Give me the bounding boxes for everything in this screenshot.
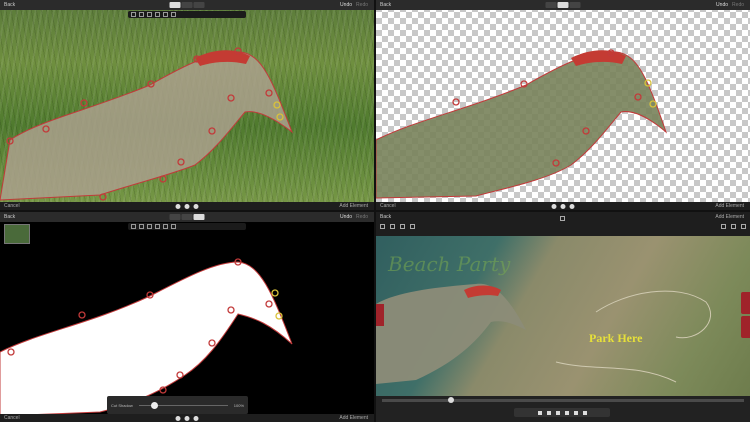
redo-button[interactable]: Redo — [732, 2, 744, 8]
timeline-playhead[interactable] — [448, 397, 454, 403]
trash-icon[interactable] — [193, 204, 199, 209]
share-icon[interactable] — [721, 224, 726, 229]
step-back-icon[interactable] — [555, 410, 560, 415]
back-button[interactable]: Back — [380, 2, 391, 8]
settings-icon[interactable] — [741, 224, 746, 229]
add-element-button[interactable]: Add Element — [339, 415, 368, 421]
play-icon[interactable] — [564, 410, 569, 415]
bird-outline — [0, 47, 294, 201]
mode-segmented-control[interactable] — [169, 214, 205, 220]
back-button[interactable]: Back — [4, 214, 15, 220]
transport-controls — [514, 408, 610, 417]
eye-icon[interactable] — [175, 204, 181, 209]
top-toolbar: Back Add Element — [376, 212, 750, 236]
bottom-toolbar: Cancel Add Element — [376, 202, 750, 210]
add-element-button[interactable]: Add Element — [715, 203, 744, 209]
eye-icon[interactable] — [551, 204, 557, 209]
eye-icon[interactable] — [731, 224, 736, 229]
mode-segmented-control[interactable] — [169, 2, 205, 8]
undo-button[interactable]: Undo — [340, 214, 352, 220]
top-toolbar: Back Undo Redo — [376, 0, 750, 10]
layer-icon[interactable] — [184, 204, 190, 209]
wrench-icon[interactable] — [410, 224, 415, 229]
redo-button[interactable]: Redo — [356, 2, 368, 8]
folder-icon[interactable] — [380, 224, 385, 229]
timeline-track[interactable] — [382, 399, 744, 402]
mask-shape — [0, 258, 293, 417]
layers-icon[interactable] — [390, 224, 395, 229]
right-edge-handle-bottom[interactable] — [741, 316, 750, 338]
beach-party-text[interactable]: Beach Party — [388, 252, 510, 276]
slider-knob[interactable] — [151, 402, 158, 409]
skip-back-icon[interactable] — [537, 410, 542, 415]
right-edge-handle-top[interactable] — [741, 292, 750, 314]
text-icon[interactable] — [400, 224, 405, 229]
panel-mask: Back Undo Redo Cut Shadow 100% Cancel Ad… — [0, 212, 374, 422]
layer-icon[interactable] — [560, 204, 566, 209]
bottom-toolbar: Cancel Add Element — [0, 202, 374, 210]
step-forward-icon[interactable] — [573, 410, 578, 415]
back-button[interactable]: Back — [380, 214, 391, 220]
cancel-button[interactable]: Cancel — [380, 203, 396, 209]
skip-forward-icon[interactable] — [582, 410, 587, 415]
layer-icon[interactable] — [184, 416, 190, 421]
undo-button[interactable]: Undo — [340, 2, 352, 8]
eye-icon[interactable] — [175, 416, 181, 421]
bottom-toolbar: Cancel Add Element — [0, 414, 374, 422]
panel-composition: Back Add Element Beach Party Park Here — [376, 212, 750, 422]
bird-cutout — [376, 49, 668, 199]
add-element-button[interactable]: Add Element — [715, 214, 744, 220]
redo-button[interactable]: Redo — [356, 214, 368, 220]
map-paths — [376, 283, 712, 384]
panel-original: Back Undo Redo Cancel Add Element — [0, 0, 374, 210]
play-mode-icon[interactable] — [560, 216, 565, 221]
timeline[interactable] — [376, 396, 750, 422]
preview-thumbnail[interactable] — [4, 224, 30, 244]
rewind-icon[interactable] — [546, 410, 551, 415]
mode-segmented-control[interactable] — [545, 2, 581, 8]
left-edge-handle[interactable] — [376, 304, 384, 326]
panel-cutout: Back Undo Redo Cancel Add Element — [376, 0, 750, 210]
tool-palette[interactable] — [128, 11, 246, 18]
add-element-button[interactable]: Add Element — [339, 203, 368, 209]
cut-shadow-slider[interactable]: Cut Shadow 100% — [107, 396, 248, 414]
trash-icon[interactable] — [193, 416, 199, 421]
trash-icon[interactable] — [569, 204, 575, 209]
cancel-button[interactable]: Cancel — [4, 203, 20, 209]
top-toolbar: Back Undo Redo — [0, 0, 374, 10]
slider-value: 100% — [233, 403, 244, 408]
park-here-text[interactable]: Park Here — [589, 331, 642, 346]
tool-palette[interactable] — [128, 223, 246, 230]
cancel-button[interactable]: Cancel — [4, 415, 20, 421]
top-toolbar: Back Undo Redo — [0, 212, 374, 222]
undo-button[interactable]: Undo — [716, 2, 728, 8]
back-button[interactable]: Back — [4, 2, 15, 8]
slider-label: Cut Shadow — [111, 403, 133, 408]
